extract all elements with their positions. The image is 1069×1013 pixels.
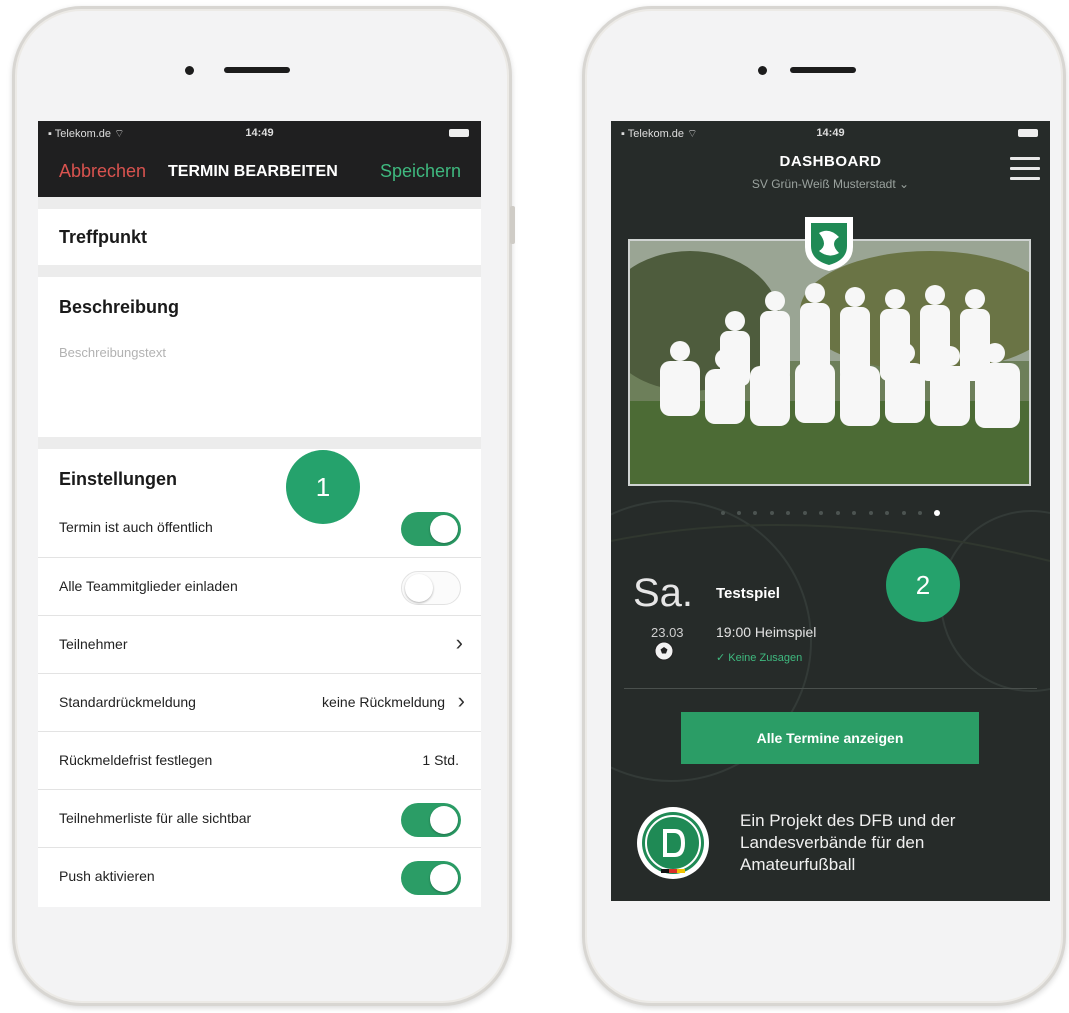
push-toggle[interactable] [401,861,461,895]
row-label: Rückmeldefrist festlegen [59,752,213,768]
cancel-button[interactable]: Abbrechen [59,161,146,182]
checkmark-icon: ✓ [716,652,726,664]
football-icon [654,641,674,661]
toggle-knob [430,515,458,543]
carousel-dot [885,510,890,515]
carousel-dot [868,510,873,515]
invite-all-toggle[interactable] [401,571,461,605]
dashboard-screen: ▪ Telekom.de ⌔ 14:49 DASHBOARD SV Grün-W… [611,121,1050,901]
beschreibung-title: Beschreibung [59,297,180,317]
carousel-dot [901,510,906,515]
treffpunkt-field[interactable]: Treffpunkt [38,209,481,265]
hamburger-menu-icon[interactable] [1010,157,1040,187]
team-name: SV Grün-Weiß Musterstadt [751,177,896,191]
divider [624,688,1037,689]
dfb-logo-icon [637,807,709,879]
club-crest-icon [805,217,853,271]
status-bar: ▪ Telekom.de ⌔ 14:49 [611,121,1050,143]
carousel-dot [786,510,791,515]
speaker-grille [224,67,290,73]
camera-dot [185,66,194,75]
carousel-dot [835,510,840,515]
battery-icon [449,129,469,137]
event-responses: ✓ Keine Zusagen [716,652,803,664]
toggle-knob [405,574,433,602]
team-photo[interactable] [628,239,1031,486]
chevron-right-icon: › [455,630,463,655]
callout-badge-1: 1 [286,450,360,524]
event-title: Testspiel [716,585,780,602]
chevron-down-icon: ⌄ [899,177,910,191]
speaker-grille [790,67,856,73]
event-date: 23.03 [651,625,684,640]
save-button[interactable]: Speichern [380,161,461,182]
status-time: 14:49 [245,127,274,139]
carousel-dot [802,510,807,515]
list-visible-toggle[interactable] [401,803,461,837]
public-toggle[interactable] [401,512,461,546]
event-day: Sa. [633,571,694,615]
settings-row-push: Push aktivieren [38,847,481,906]
side-button [510,206,515,244]
settings-row-invite-all: Alle Teammitglieder einladen [38,557,481,616]
settings-row-deadline[interactable]: Rückmeldefrist festlegen 1 Std. [38,731,481,790]
settings-row-standard-response[interactable]: Standardrückmeldung keine Rückmeldung › [38,673,481,732]
einstellungen-section: Einstellungen Termin ist auch öffentlich… [38,449,481,907]
row-label: Standardrückmeldung [59,694,196,710]
beschreibung-section: Beschreibung Beschreibungstext [38,277,481,437]
status-time: 14:49 [816,127,845,139]
carousel-dot [819,510,824,515]
camera-dot [758,66,767,75]
team-selector[interactable]: SV Grün-Weiß Musterstadt ⌄ [611,177,1050,191]
all-events-button[interactable]: Alle Termine anzeigen [681,712,979,764]
toggle-knob [430,806,458,834]
settings-row-teilnehmer[interactable]: Teilnehmer › [38,615,481,674]
einstellungen-title: Einstellungen [59,469,178,489]
chevron-right-icon: › [457,688,465,713]
carousel-dot-active [934,509,941,516]
row-value: 1 Std. [422,752,459,768]
page-title: TERMIN BEARBEITEN [168,163,338,180]
row-label: Teilnehmerliste für alle sichtbar [59,810,252,826]
dfb-info-text: Ein Projekt des DFB und der Landesverbän… [740,811,956,874]
row-label: Push aktivieren [59,868,155,884]
carousel-dot [917,510,922,515]
carousel-dot [852,510,857,515]
page-title: DASHBOARD [779,153,882,170]
carousel-indicator[interactable] [611,504,1050,522]
beschreibung-input[interactable]: Beschreibungstext [59,345,166,360]
carousel-dot [753,510,758,515]
row-label: Alle Teammitglieder einladen [59,578,238,594]
team-photo-silhouettes [630,241,1029,484]
settings-row-public: Termin ist auch öffentlich [38,499,481,557]
row-value: keine Rückmeldung [322,694,445,710]
callout-badge-2: 2 [886,548,960,622]
treffpunkt-label: Treffpunkt [59,227,147,247]
battery-icon [1018,129,1038,137]
row-label: Termin ist auch öffentlich [59,519,213,535]
carousel-dot [737,510,741,515]
carousel-dot [769,510,774,515]
nav-bar: Abbrechen TERMIN BEARBEITEN Speichern [38,161,481,185]
toggle-knob [430,864,458,892]
settings-row-list-visible: Teilnehmerliste für alle sichtbar [38,789,481,848]
edit-event-header: ▪ Telekom.de ⌔ 14:49 Abbrechen TERMIN BE… [38,121,481,197]
edit-event-screen: ▪ Telekom.de ⌔ 14:49 Abbrechen TERMIN BE… [38,121,481,907]
row-label: Teilnehmer [59,636,128,652]
form-body: Treffpunkt Beschreibung Beschreibungstex… [38,197,481,907]
status-bar: ▪ Telekom.de ⌔ 14:49 [38,121,481,143]
event-time: 19:00 Heimspiel [716,624,817,640]
carousel-dot [720,510,725,515]
